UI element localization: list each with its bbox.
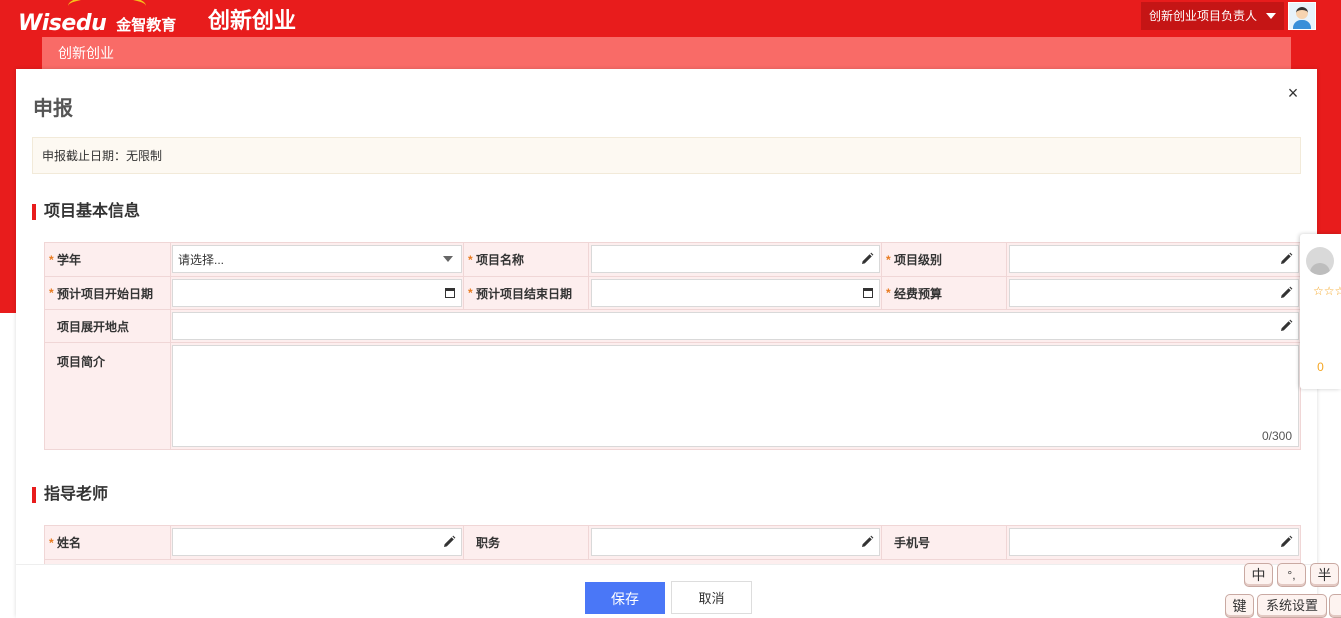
pencil-icon xyxy=(862,535,874,547)
field-label: * 预计项目开始日期 xyxy=(45,277,171,309)
required-star-icon: * xyxy=(886,252,891,267)
ime-chinese-toggle[interactable]: 中 xyxy=(1244,563,1273,587)
form-row: * 姓名 职务 手机号 xyxy=(45,526,1300,559)
modal-footer: 保存 取消 xyxy=(16,564,1317,618)
wisedu-logo[interactable]: Wisedu 金智教育 xyxy=(18,3,176,37)
deadline-notice: 申报截止日期：无限制 xyxy=(32,137,1301,174)
end-date-input[interactable] xyxy=(591,279,880,307)
field-label: * 学年 xyxy=(45,243,171,276)
pencil-icon xyxy=(1281,319,1293,331)
required-star-icon: * xyxy=(468,286,473,300)
budget-label: 经费预算 xyxy=(894,286,943,301)
school-year-placeholder: 请选择... xyxy=(178,252,225,267)
advisor-phone-label: 手机号 xyxy=(894,536,931,550)
field-label: * 预计项目结束日期 xyxy=(463,277,589,309)
star-rating-icon[interactable]: ☆☆☆☆☆ xyxy=(1313,284,1341,298)
subnav-bar: 创新创业 xyxy=(42,37,1291,69)
modal-title: 申报 xyxy=(33,98,73,120)
basic-info-form: * 学年 请选择... * 项目名称 * 项目级别 * 预计项目开始日期 * 预… xyxy=(44,242,1301,450)
ime-punctuation-toggle[interactable]: °, xyxy=(1277,563,1306,587)
ime-keyboard-button[interactable]: 键 xyxy=(1225,594,1254,618)
ime-halfwidth-toggle[interactable]: 半 xyxy=(1310,563,1339,587)
user-role-dropdown[interactable]: 创新创业项目负责人 xyxy=(1141,2,1285,30)
calendar-icon xyxy=(863,288,873,298)
school-year-label: 学年 xyxy=(57,253,82,267)
project-name-label: 项目名称 xyxy=(476,253,525,267)
form-row: 项目展开地点 xyxy=(45,310,1300,342)
close-icon[interactable]: × xyxy=(1284,83,1302,105)
field-label: 职务 xyxy=(463,526,589,559)
required-star-icon: * xyxy=(468,252,473,267)
char-counter: 0/300 xyxy=(1261,429,1292,443)
ime-settings-button[interactable]: 系统设置 xyxy=(1257,594,1327,618)
start-date-input[interactable] xyxy=(172,279,462,307)
field-label: * 项目名称 xyxy=(463,243,589,276)
field-label: * 项目级别 xyxy=(881,243,1007,276)
user-menu[interactable]: 创新创业项目负责人 xyxy=(1141,2,1341,30)
pencil-icon xyxy=(862,252,874,264)
calendar-icon xyxy=(445,288,455,298)
app-title: 创新创业 xyxy=(208,8,297,33)
advisor-name-label: 姓名 xyxy=(57,536,82,550)
advisor-position-label: 职务 xyxy=(476,536,501,550)
form-row: * 学年 请选择... * 项目名称 * 项目级别 xyxy=(45,243,1300,276)
form-row: * 预计项目开始日期 * 预计项目结束日期 * 经费预算 xyxy=(45,277,1300,309)
cancel-button[interactable]: 取消 xyxy=(671,581,752,614)
required-star-icon: * xyxy=(49,286,54,300)
advisor-position-input[interactable] xyxy=(591,528,880,556)
required-star-icon: * xyxy=(886,286,891,300)
field-label: 手机号 xyxy=(881,526,1007,559)
field-label: 项目简介 xyxy=(45,343,171,449)
project-level-label: 项目级别 xyxy=(894,253,943,267)
avatar[interactable] xyxy=(1288,2,1317,30)
rating-count: 0 xyxy=(1317,360,1324,374)
school-year-select[interactable]: 请选择... xyxy=(172,245,462,273)
section-title-basic-info: 项目基本信息 xyxy=(32,202,140,222)
required-star-icon: * xyxy=(49,535,54,550)
pencil-icon xyxy=(1281,286,1293,298)
caret-down-icon xyxy=(1266,13,1277,19)
intro-label: 项目简介 xyxy=(57,355,106,369)
field-label: * 姓名 xyxy=(45,526,171,559)
advisor-name-input[interactable] xyxy=(172,528,462,556)
field-label: * 经费预算 xyxy=(881,277,1007,309)
logo-arc xyxy=(68,0,146,18)
pencil-icon xyxy=(1281,535,1293,547)
start-date-label: 预计项目开始日期 xyxy=(57,286,154,301)
advisor-phone-input[interactable] xyxy=(1009,528,1299,556)
apply-modal: 申报 × 申报截止日期：无限制 项目基本信息 * 学年 请选择... * 项目名… xyxy=(16,69,1317,618)
ime-more-button[interactable] xyxy=(1329,594,1341,618)
project-level-input[interactable] xyxy=(1009,245,1299,273)
budget-input[interactable] xyxy=(1009,279,1299,307)
logo-cn: 金智教育 xyxy=(116,17,177,34)
project-name-input[interactable] xyxy=(591,245,880,273)
pencil-icon xyxy=(1281,252,1293,264)
dropdown-arrow-icon xyxy=(443,256,453,262)
pencil-icon xyxy=(444,535,456,547)
form-row: 项目简介 0/300 xyxy=(45,343,1300,449)
rating-widget[interactable]: ☆☆☆☆☆ 0 xyxy=(1300,234,1341,389)
location-input[interactable] xyxy=(172,312,1299,340)
subnav-label[interactable]: 创新创业 xyxy=(58,45,114,61)
save-button[interactable]: 保存 xyxy=(585,582,665,614)
required-star-icon: * xyxy=(49,252,54,267)
field-label: 项目展开地点 xyxy=(45,310,171,342)
intro-textarea[interactable]: 0/300 xyxy=(172,345,1299,447)
end-date-label: 预计项目结束日期 xyxy=(476,286,573,301)
section-title-advisor: 指导老师 xyxy=(32,485,108,505)
avatar xyxy=(1306,247,1334,275)
user-role-label: 创新创业项目负责人 xyxy=(1149,9,1258,23)
location-label: 项目展开地点 xyxy=(57,319,130,334)
